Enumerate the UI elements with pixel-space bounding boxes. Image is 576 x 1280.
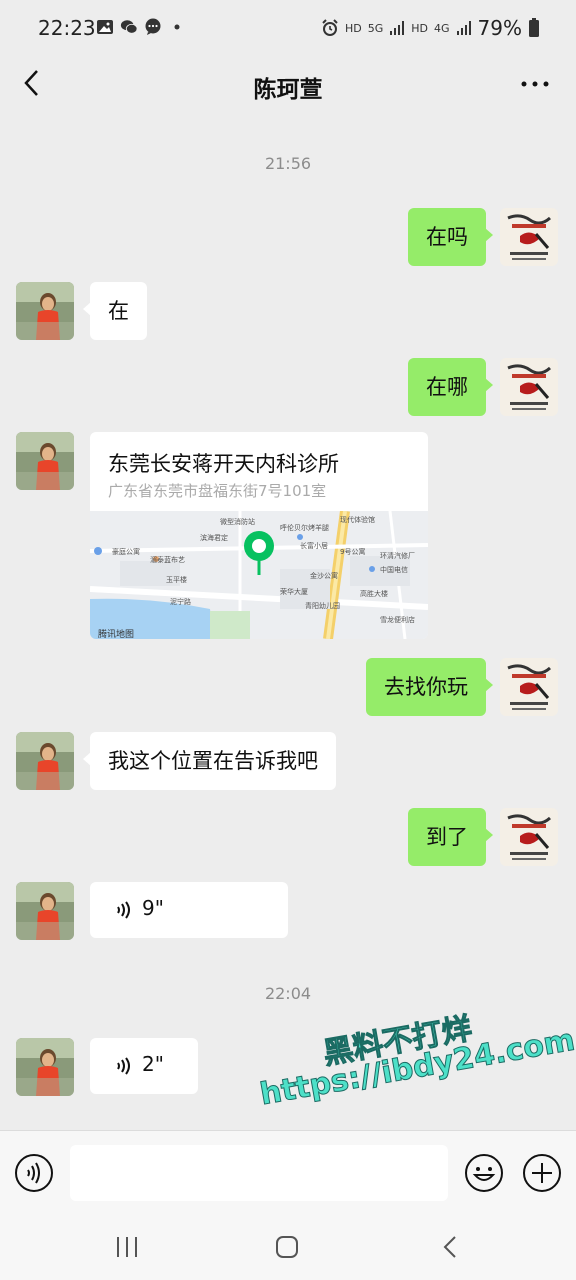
battery-icon (529, 18, 539, 37)
chat-title: 陈珂萱 (253, 77, 323, 103)
hd-label-2: HD (411, 21, 429, 35)
home-icon[interactable] (274, 1234, 300, 1260)
voice-message[interactable]: 9" (90, 882, 288, 938)
my-avatar[interactable] (500, 208, 558, 266)
map-label: 环清汽修厂 (380, 552, 415, 560)
map-label: 湄泰蓝布艺 (150, 556, 185, 564)
map-label: 豪庭公寓 (112, 548, 140, 556)
more-dots-icon[interactable] (520, 74, 550, 94)
timestamp: 21:56 (264, 154, 312, 173)
map-pin-icon (244, 531, 274, 575)
contact-avatar[interactable] (16, 282, 74, 340)
alarm-icon (322, 19, 338, 36)
map-label: 现代体验馆 (340, 516, 375, 524)
incoming-bubble[interactable]: 我这个位置在告诉我吧 (83, 732, 336, 790)
dot-icon (174, 24, 180, 30)
voice-wave-icon (117, 901, 130, 919)
contact-avatar[interactable] (16, 1038, 74, 1096)
location-address: 广东省东莞市盘福东街7号101室 (108, 482, 327, 500)
my-avatar[interactable] (500, 358, 558, 416)
timestamp: 22:04 (264, 984, 312, 1003)
status-time: 22:23 (38, 16, 96, 40)
hd-label-1: HD (344, 21, 362, 35)
recent-apps-icon[interactable] (114, 1234, 140, 1260)
network-label-1: 5G (367, 21, 384, 35)
message-icon (145, 18, 161, 35)
map-label: 青阳幼儿园 (305, 602, 340, 610)
message-row: 去找你玩 (0, 658, 576, 718)
contact-avatar[interactable] (16, 432, 74, 490)
map-label: 9号公寓 (340, 548, 366, 556)
voice-duration: 9" (142, 896, 164, 920)
location-title: 东莞长安蒋开天内科诊所 (108, 452, 339, 476)
input-bar (0, 1130, 576, 1217)
map-provider-label: 腾讯地图 (98, 630, 135, 639)
map-label: 长富小居 (300, 542, 328, 550)
battery-level: 79% (477, 16, 522, 40)
status-bar: 22:23 HD 5G HD 4G 79% (0, 0, 576, 56)
message-row: 到了 (0, 808, 576, 868)
chat-header: 陈珂萱 (0, 56, 576, 118)
map-label: 泥宁路 (170, 598, 191, 606)
system-nav-bar (0, 1216, 576, 1280)
wechat-icon (120, 20, 138, 34)
voice-duration: 2" (142, 1052, 164, 1076)
map-label: 滨海君定 (200, 534, 228, 542)
map-preview[interactable]: 微型消防站 呼伦贝尔烤羊腿 现代体验馆 滨海君定 豪庭公寓 湄泰蓝布艺 长富小居… (90, 511, 428, 639)
notification-icons (96, 18, 186, 36)
contact-avatar[interactable] (16, 732, 74, 790)
outgoing-bubble[interactable]: 在哪 (408, 358, 493, 416)
map-label: 微型消防站 (220, 518, 255, 526)
my-avatar[interactable] (500, 808, 558, 866)
message-row: 9" (0, 882, 576, 942)
signal-icon-1 (390, 21, 405, 35)
map-label: 雪龙便利店 (380, 616, 415, 624)
plus-icon[interactable] (522, 1153, 562, 1193)
message-row: 在 (0, 282, 576, 342)
outgoing-bubble[interactable]: 去找你玩 (366, 658, 493, 716)
map-label: 呼伦贝尔烤羊腿 (280, 524, 329, 532)
chat-area[interactable]: 21:56 在吗 在 在哪 东莞长安蒋开天内科诊所 广东省东莞市盘福东街7号10… (0, 118, 576, 1130)
contact-avatar[interactable] (16, 882, 74, 940)
message-input[interactable] (70, 1145, 448, 1201)
back-icon[interactable] (438, 1234, 464, 1260)
gallery-icon (97, 20, 113, 34)
message-row: 我这个位置在告诉我吧 (0, 732, 576, 792)
voice-wave-icon (117, 1057, 130, 1075)
my-avatar[interactable] (500, 658, 558, 716)
network-label-2: 4G (434, 21, 450, 35)
map-label: 高胜大楼 (360, 590, 388, 598)
message-row: 在吗 (0, 208, 576, 268)
status-right: HD 5G HD 4G 79% (321, 16, 540, 40)
voice-mode-icon[interactable] (14, 1153, 54, 1193)
outgoing-bubble[interactable]: 在吗 (408, 208, 493, 266)
map-label: 金沙公寓 (310, 572, 338, 580)
map-label: 玉平楼 (166, 576, 187, 584)
map-label: 荣华大厦 (280, 588, 308, 596)
message-row: 东莞长安蒋开天内科诊所 广东省东莞市盘福东街7号101室 微型消防站 呼伦贝尔烤… (0, 432, 576, 642)
signal-icon-2 (456, 21, 471, 35)
message-row: 在哪 (0, 358, 576, 418)
incoming-bubble[interactable]: 在 (83, 282, 147, 340)
emoji-icon[interactable] (464, 1153, 504, 1193)
location-card[interactable]: 东莞长安蒋开天内科诊所 广东省东莞市盘福东街7号101室 微型消防站 呼伦贝尔烤… (90, 432, 428, 639)
outgoing-bubble[interactable]: 到了 (408, 808, 493, 866)
voice-message[interactable]: 2" (90, 1038, 198, 1094)
map-label: 中国电信 (380, 566, 408, 574)
